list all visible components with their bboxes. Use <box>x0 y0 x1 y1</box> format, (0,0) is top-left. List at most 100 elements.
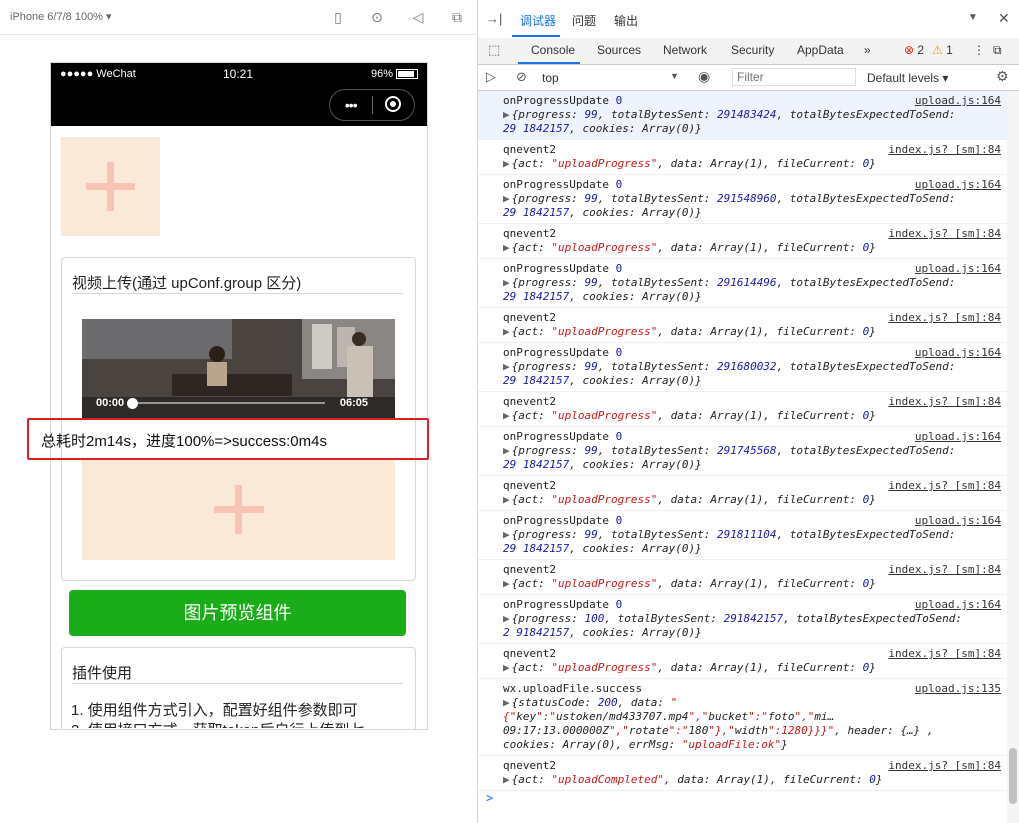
video-seek-handle[interactable] <box>127 398 138 409</box>
video-progress-track[interactable] <box>138 402 325 404</box>
warning-count-value: 1 <box>946 43 953 57</box>
filter-input[interactable] <box>732 68 856 86</box>
window-icon[interactable]: ⧉ <box>449 9 465 25</box>
console-object[interactable]: ▶ {progress: 99, totalBytesSent: 29181110… <box>503 528 967 556</box>
console-entry[interactable]: onProgressUpdate 0 upload.js:164 ▶ {progres… <box>478 595 1007 644</box>
warning-count[interactable]: ⚠ 1 <box>932 43 953 57</box>
console-object[interactable]: ▶ {act: "uploadProgress", data: Array(1),… <box>503 577 967 591</box>
highlight-box <box>27 418 429 460</box>
console-scrollbar[interactable] <box>1007 91 1019 823</box>
devtools-panel: →| 调试器 问题 输出 ▼ ✕ ⬚ Console Sources Netwo… <box>478 0 1019 823</box>
gear-icon[interactable]: ⚙ <box>996 68 1009 85</box>
tab-issues[interactable]: 问题 <box>572 12 596 29</box>
console-object[interactable]: ▶ {act: "uploadProgress", data: Array(1),… <box>503 157 967 171</box>
error-count[interactable]: ⊗ 2 <box>904 43 924 57</box>
video-player[interactable]: 00:00 06:05 <box>82 319 395 419</box>
source-link[interactable]: upload.js:164 <box>915 598 1001 612</box>
context-dropdown-icon[interactable]: ▼ <box>670 71 679 81</box>
source-link[interactable]: index.js? [sm]:84 <box>888 143 1001 157</box>
source-link[interactable]: index.js? [sm]:84 <box>888 479 1001 493</box>
source-link[interactable]: upload.js:135 <box>915 682 1001 696</box>
console-object[interactable]: ▶ {act: "uploadProgress", data: Array(1),… <box>503 325 967 339</box>
console-object[interactable]: ▶ {act: "uploadCompleted", data: Array(1)… <box>503 773 967 787</box>
console-entry[interactable]: qnevent2 index.js? [sm]:84 ▶ {act: "uploadP… <box>478 224 1007 259</box>
console-object[interactable]: ▶ {progress: 99, totalBytesSent: 29154896… <box>503 192 967 220</box>
eye-icon[interactable]: ◉ <box>698 68 710 85</box>
record-icon[interactable]: ⊙ <box>369 9 385 25</box>
console-object[interactable]: ▶ {progress: 100, totalBytesSent: 2918421… <box>503 612 967 640</box>
phone-icon[interactable]: ▯ <box>330 9 346 25</box>
source-link[interactable]: index.js? [sm]:84 <box>888 395 1001 409</box>
console-entry[interactable]: qnevent2 index.js? [sm]:84 ▶ {act: "uploadP… <box>478 308 1007 343</box>
volume-icon[interactable]: ◁ <box>410 9 426 25</box>
sidebar-toggle-icon[interactable]: ▷ <box>486 69 496 85</box>
undock-icon[interactable]: ⧉ <box>993 43 1002 58</box>
chevron-down-icon[interactable]: ▼ <box>968 12 978 23</box>
close-icon[interactable]: ✕ <box>998 10 1010 27</box>
console-entry[interactable]: qnevent2 index.js? [sm]:84 ▶ {act: "uploadC… <box>478 756 1007 791</box>
console-object[interactable]: ▶ {progress: 99, totalBytesSent: 29161449… <box>503 276 967 304</box>
console-entry[interactable]: qnevent2 index.js? [sm]:84 ▶ {act: "uploadP… <box>478 476 1007 511</box>
tab-console[interactable]: Console <box>531 43 575 57</box>
tab-sources[interactable]: Sources <box>597 43 641 57</box>
tab-network[interactable]: Network <box>663 43 707 57</box>
console-message: onProgressUpdate 0 <box>503 598 623 611</box>
source-link[interactable]: upload.js:164 <box>915 94 1001 108</box>
inspect-icon[interactable]: ⬚ <box>488 42 500 58</box>
status-bar: ●●●●● WeChat 10:21 96% <box>51 63 427 89</box>
console-object[interactable]: ▶ {progress: 99, totalBytesSent: 29168003… <box>503 360 967 388</box>
dock-icon[interactable]: →| <box>486 11 502 26</box>
simulator-toolbar: iPhone 6/7/8 100% ▾ ▯ ⊙ ◁ ⧉ <box>0 0 477 35</box>
source-link[interactable]: index.js? [sm]:84 <box>888 311 1001 325</box>
source-link[interactable]: index.js? [sm]:84 <box>888 563 1001 577</box>
console-entry[interactable]: onProgressUpdate 0 upload.js:164 ▶ {progres… <box>478 175 1007 224</box>
more-icon[interactable]: ••• <box>330 97 372 113</box>
clear-console-icon[interactable]: ⊘ <box>516 69 527 85</box>
console-object[interactable]: ▶ {progress: 99, totalBytesSent: 29174556… <box>503 444 967 472</box>
device-selector[interactable]: iPhone 6/7/8 100% ▾ <box>10 10 112 23</box>
console-entry[interactable]: wx.uploadFile.success upload.js:135 ▶ {stat… <box>478 679 1007 756</box>
source-link[interactable]: index.js? [sm]:84 <box>888 759 1001 773</box>
image-preview-button[interactable]: 图片预览组件 <box>69 590 406 636</box>
source-link[interactable]: index.js? [sm]:84 <box>888 227 1001 241</box>
video-add-placeholder[interactable] <box>82 460 395 560</box>
console-entry[interactable]: onProgressUpdate 0 upload.js:164 ▶ {progres… <box>478 259 1007 308</box>
console-message: wx.uploadFile.success <box>503 682 643 695</box>
tab-debugger[interactable]: 调试器 <box>520 12 556 29</box>
more-tabs-button[interactable]: » <box>864 43 871 57</box>
context-selector[interactable]: top <box>542 71 559 85</box>
source-link[interactable]: index.js? [sm]:84 <box>888 647 1001 661</box>
console-object[interactable]: ▶ {act: "uploadProgress", data: Array(1),… <box>503 661 967 675</box>
tab-appdata[interactable]: AppData <box>797 43 844 57</box>
source-link[interactable]: upload.js:164 <box>915 430 1001 444</box>
source-link[interactable]: upload.js:164 <box>915 346 1001 360</box>
kebab-menu-icon[interactable]: ⋮ <box>973 43 985 57</box>
tab-security[interactable]: Security <box>731 43 774 57</box>
console-toolbar: ▷ ⊘ top ▼ ◉ Default levels ▾ ⚙ <box>478 65 1019 91</box>
card-title: 视频上传(通过 upConf.group 区分) <box>72 275 302 292</box>
console-object[interactable]: ▶ {act: "uploadProgress", data: Array(1),… <box>503 409 967 423</box>
console-entry[interactable]: onProgressUpdate 0 upload.js:164 ▶ {progres… <box>478 343 1007 392</box>
scrollbar-thumb[interactable] <box>1009 748 1017 804</box>
console-entry[interactable]: qnevent2 index.js? [sm]:84 ▶ {act: "uploadP… <box>478 140 1007 175</box>
source-link[interactable]: upload.js:164 <box>915 514 1001 528</box>
tab-output[interactable]: 输出 <box>614 12 638 29</box>
console-entry[interactable]: onProgressUpdate 0 upload.js:164 ▶ {progres… <box>478 511 1007 560</box>
console-object[interactable]: ▶ {act: "uploadProgress", data: Array(1),… <box>503 493 967 507</box>
console-object[interactable]: ▶ {progress: 99, totalBytesSent: 29148342… <box>503 108 967 136</box>
close-miniprogram-icon[interactable] <box>372 95 414 115</box>
source-link[interactable]: upload.js:164 <box>915 262 1001 276</box>
console-entry[interactable]: onProgressUpdate 0 upload.js:164 ▶ {progres… <box>478 91 1007 140</box>
simulator-panel: iPhone 6/7/8 100% ▾ ▯ ⊙ ◁ ⧉ ●●●●● WeChat… <box>0 0 478 823</box>
console-prompt[interactable]: > <box>486 791 493 805</box>
console-object[interactable]: ▶ {statusCode: 200, data: "{"key":"ustoke… <box>503 696 967 752</box>
log-levels-dropdown[interactable]: Default levels ▾ <box>867 71 948 85</box>
console-object[interactable]: ▶ {act: "uploadProgress", data: Array(1),… <box>503 241 967 255</box>
source-link[interactable]: upload.js:164 <box>915 178 1001 192</box>
image-add-placeholder[interactable] <box>61 137 160 236</box>
console-entry[interactable]: qnevent2 index.js? [sm]:84 ▶ {act: "uploadP… <box>478 644 1007 679</box>
console-entry[interactable]: qnevent2 index.js? [sm]:84 ▶ {act: "uploadP… <box>478 392 1007 427</box>
console-entry[interactable]: qnevent2 index.js? [sm]:84 ▶ {act: "uploadP… <box>478 560 1007 595</box>
plugin-list: 1. 使用组件方式引入，配置好组件参数即可 2. 使用接口方式，获取token后… <box>50 694 426 728</box>
console-entry[interactable]: onProgressUpdate 0 upload.js:164 ▶ {progres… <box>478 427 1007 476</box>
